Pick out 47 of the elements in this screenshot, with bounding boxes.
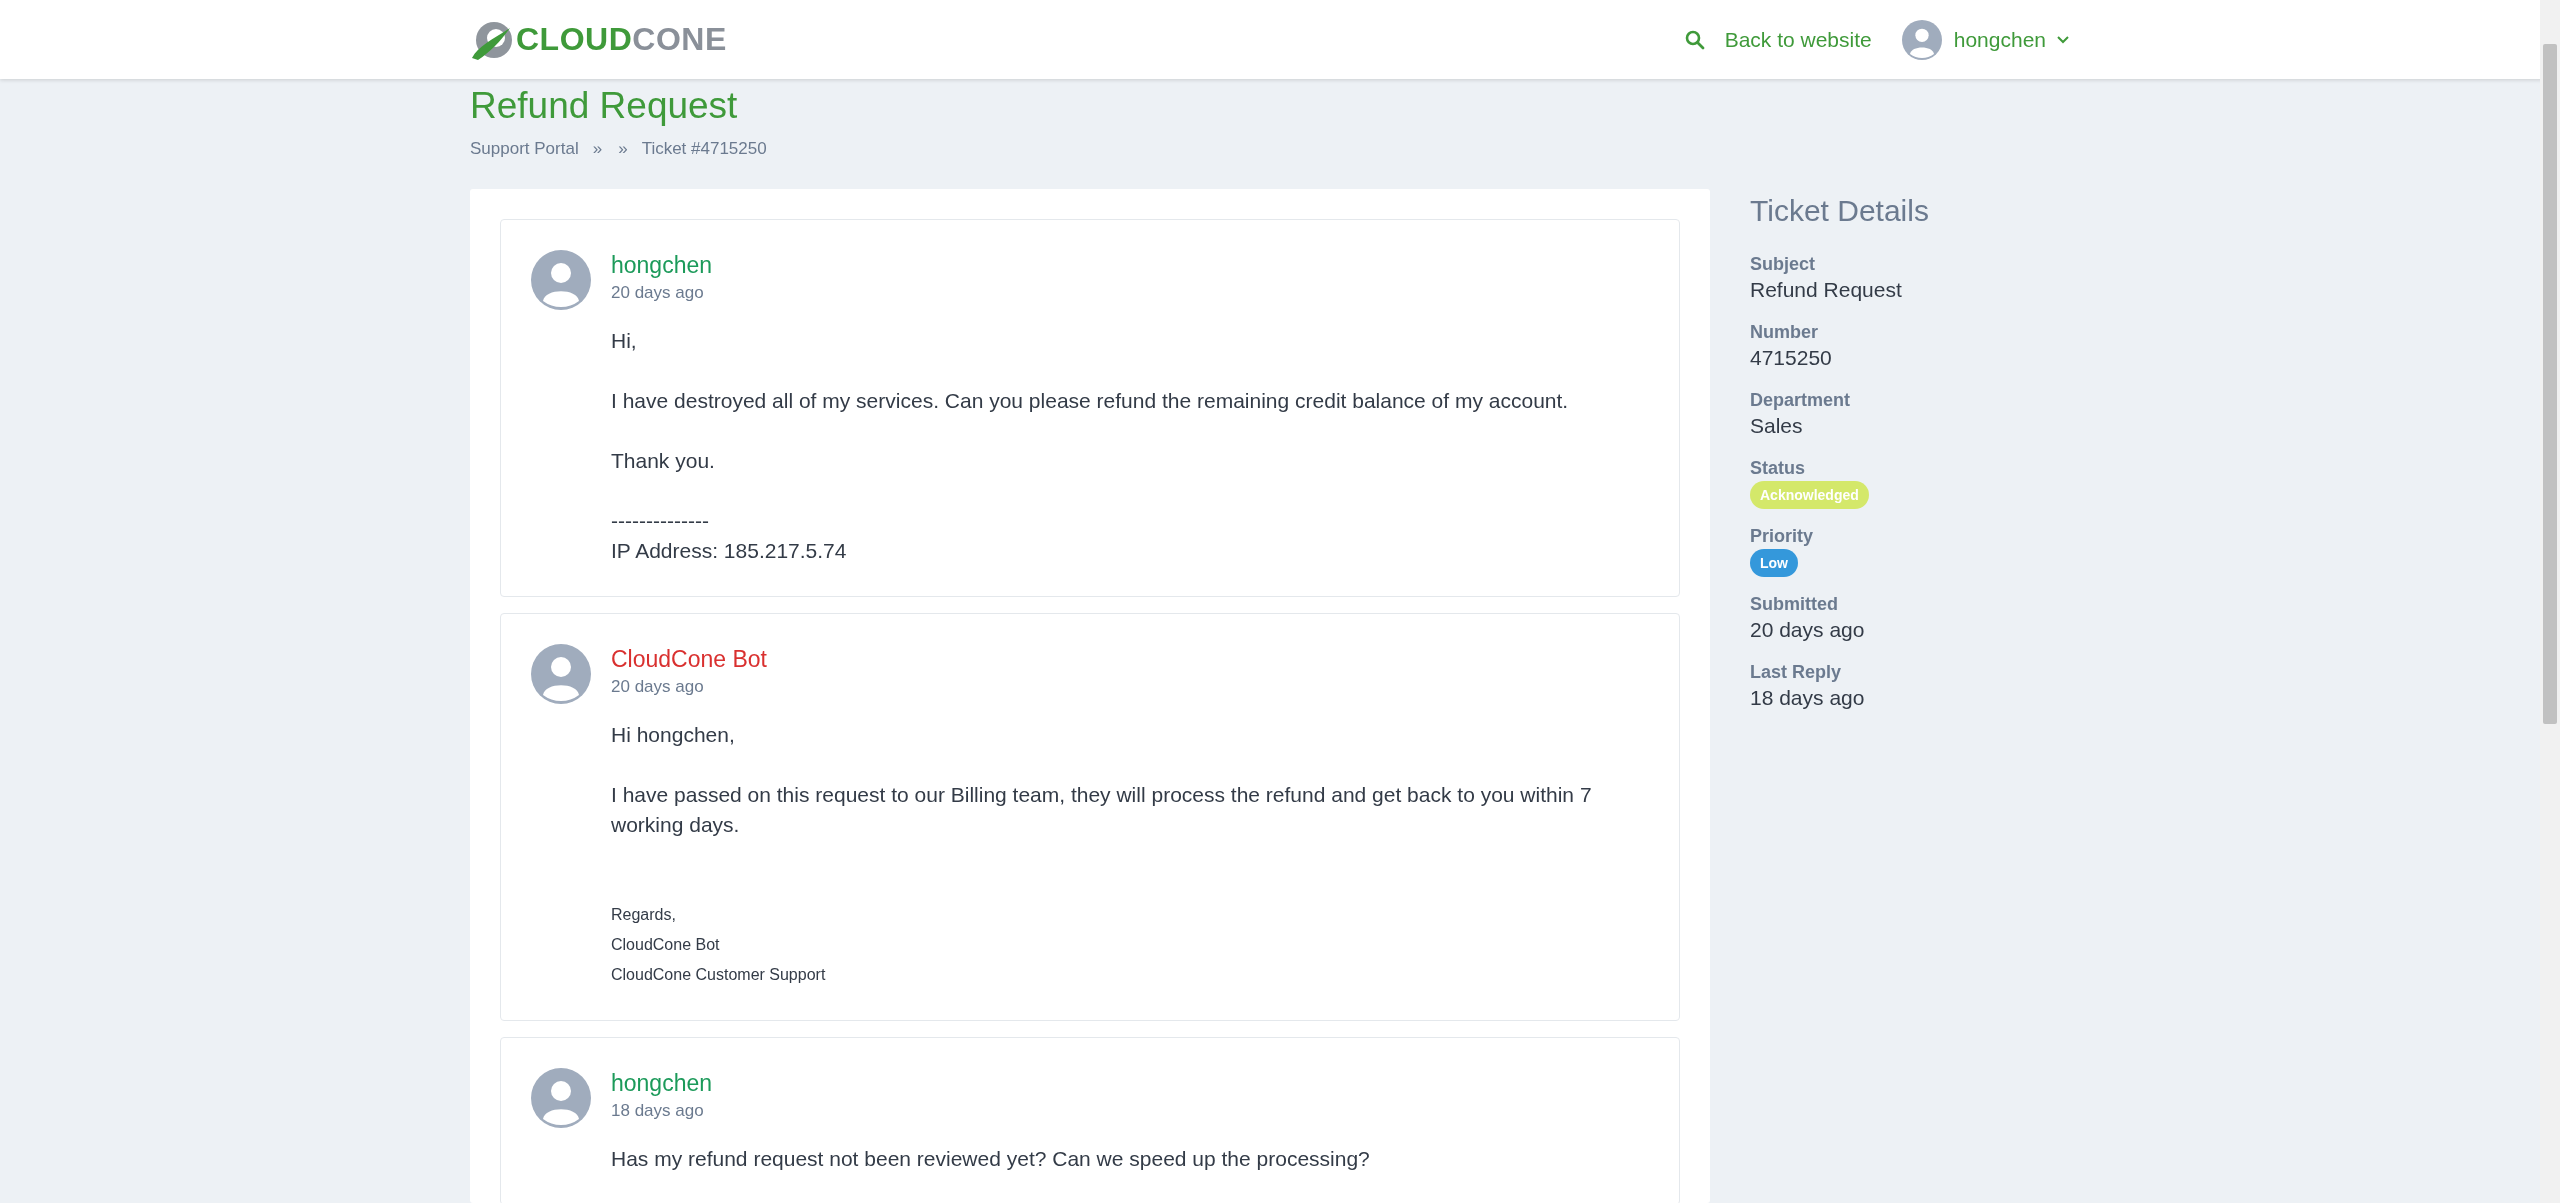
field-label: Submitted (1750, 593, 1839, 615)
message-text: -------------- (611, 508, 710, 534)
message-time: 20 days ago (611, 282, 705, 304)
message-time: 20 days ago (611, 676, 705, 698)
field-label: Subject (1750, 253, 1816, 275)
message-text: Hi hongchen, (611, 722, 736, 748)
field-value: 18 days ago (1750, 685, 1866, 711)
back-to-website-link[interactable]: Back to website (1724, 27, 1872, 52)
field-label: Priority (1750, 525, 1815, 547)
status-badge: Low (1750, 549, 1798, 577)
author-name: hongchen (611, 1069, 714, 1098)
signature-text: CloudCone Customer Support (611, 965, 827, 985)
field-value: Sales (1750, 413, 1804, 439)
breadcrumb-link[interactable]: Ticket #4715250 (641, 139, 767, 159)
author-name: hongchen (611, 251, 714, 280)
message-text: IP Address: 185.217.5.74 (611, 538, 848, 564)
author-name: CloudCone Bot (611, 645, 768, 674)
avatar-icon (531, 1068, 591, 1128)
search-icon[interactable] (1684, 29, 1705, 50)
message-time: 18 days ago (611, 1100, 705, 1122)
message-text: I have destroyed all of my services. Can you please refund the remaining credit balance of my account. (611, 388, 1570, 414)
user-avatar[interactable] (1901, 19, 1942, 60)
page-title: Refund Request (470, 84, 739, 128)
message-text: Has my refund request not been reviewed yet? Can we speed up the processing? (611, 1146, 1371, 1172)
field-label: Department (1750, 389, 1852, 411)
caret-icon[interactable] (2056, 34, 2070, 45)
message-text: Hi, (611, 328, 638, 354)
field-label: Number (1750, 321, 1819, 343)
avatar-icon (531, 250, 591, 310)
field-label: Last Reply (1750, 661, 1843, 683)
signature-text: Regards, (611, 905, 677, 925)
avatar-icon (531, 644, 591, 704)
signature-text: CloudCone Bot (611, 935, 721, 955)
breadcrumb-separator: » (591, 139, 604, 159)
field-value: 20 days ago (1750, 617, 1866, 643)
user-menu[interactable]: hongchen (1953, 27, 2046, 52)
breadcrumb-separator: » (617, 139, 629, 159)
message-text: I have passed on this request to our Billing team, they will process the refund and get back to you within 7 working days. (611, 782, 1593, 838)
scrollbar-thumb[interactable] (2543, 44, 2557, 724)
field-value: Refund Request (1750, 277, 1903, 303)
breadcrumb-link[interactable]: Support Portal (470, 139, 579, 159)
message-text: Thank you. (611, 448, 716, 474)
status-badge: Acknowledged (1750, 481, 1869, 509)
sidebar-title: Ticket Details (1750, 193, 1930, 229)
field-label: Status (1750, 457, 1806, 479)
field-value: 4715250 (1750, 345, 1833, 371)
logo-text[interactable]: CLOUDCONE (516, 21, 727, 58)
